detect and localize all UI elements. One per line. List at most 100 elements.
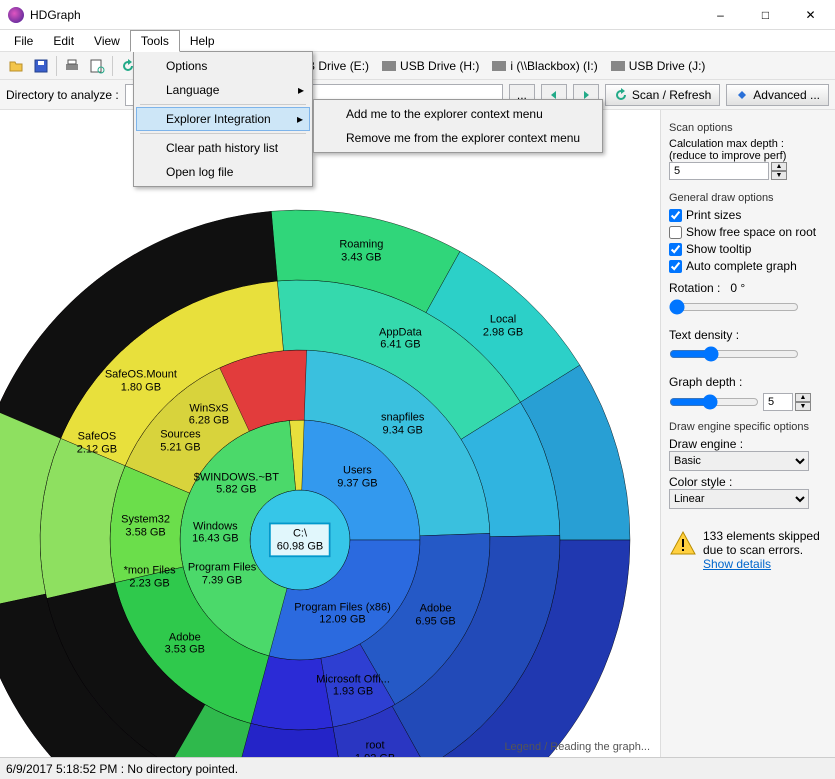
submenu-arrow-icon: ▸ xyxy=(297,112,303,126)
color-style-select[interactable]: Linear xyxy=(669,489,809,509)
menu-bar: File Edit View Tools Help xyxy=(0,30,835,52)
center-label: C:\60.98 GB xyxy=(269,522,331,557)
drive-j[interactable]: USB Drive (J:) xyxy=(605,57,712,75)
graph-area[interactable]: Users9.37 GB Program Files (x86)12.09 GB P… xyxy=(0,110,660,757)
scan-refresh-button[interactable]: Scan / Refresh xyxy=(605,84,720,106)
legend-link[interactable]: Legend / Reading the graph... xyxy=(504,741,650,753)
segment-label: AppData6.41 GB xyxy=(379,326,422,351)
drive-i[interactable]: i (\\Blackbox) (I:) xyxy=(486,57,603,75)
show-free-checkbox[interactable]: Show free space on root xyxy=(669,225,827,239)
tools-open-log[interactable]: Open log file xyxy=(136,160,310,184)
drive-label: USB Drive (J:) xyxy=(629,59,706,73)
show-tooltip-input[interactable] xyxy=(669,243,682,256)
graph-depth-label: Graph depth : xyxy=(669,375,827,389)
app-title: HDGraph xyxy=(30,8,698,22)
main-content: Users9.37 GB Program Files (x86)12.09 GB P… xyxy=(0,110,835,757)
engine-label: Draw engine : xyxy=(669,437,827,451)
maximize-button[interactable]: □ xyxy=(743,0,788,30)
calc-depth-input[interactable] xyxy=(669,162,769,180)
submenu-arrow-icon: ▸ xyxy=(298,83,304,97)
save-icon[interactable] xyxy=(29,54,53,78)
print-icon[interactable] xyxy=(60,54,84,78)
title-bar: HDGraph – □ ✕ xyxy=(0,0,835,30)
print-sizes-input[interactable] xyxy=(669,209,682,222)
engine-options-title: Draw engine specific options xyxy=(669,421,827,433)
segment-label: WinSxS6.28 GB xyxy=(189,402,229,427)
print-sizes-checkbox[interactable]: Print sizes xyxy=(669,208,827,222)
menu-help[interactable]: Help xyxy=(180,31,225,51)
text-density-label: Text density : xyxy=(669,328,827,342)
warning-text: 133 elements skipped due to scan errors. xyxy=(703,529,820,557)
menu-file[interactable]: File xyxy=(4,31,43,51)
toolbar-separator xyxy=(56,56,57,76)
checkbox-label: Print sizes xyxy=(686,208,741,222)
segment-label: System323.58 GB xyxy=(121,514,170,539)
tools-dropdown: Options Language▸ Explorer Integration▸ … xyxy=(133,51,313,187)
calc-depth-down[interactable]: ▼ xyxy=(771,171,787,180)
print-preview-icon[interactable] xyxy=(85,54,109,78)
tools-options[interactable]: Options xyxy=(136,54,310,78)
segment-label: root1.92 GB xyxy=(355,739,395,757)
color-style-label: Color style : xyxy=(669,475,827,489)
menu-separator xyxy=(140,133,306,134)
show-tooltip-checkbox[interactable]: Show tooltip xyxy=(669,242,827,256)
calc-depth-up[interactable]: ▲ xyxy=(771,162,787,171)
segment-label: $WINDOWS.~BT5.82 GB xyxy=(194,471,279,496)
toolbar-separator xyxy=(112,56,113,76)
segment-label: Windows16.43 GB xyxy=(192,520,238,545)
drive-label: i (\\Blackbox) (I:) xyxy=(510,59,597,73)
checkbox-label: Auto complete graph xyxy=(686,259,797,273)
advanced-button[interactable]: Advanced ... xyxy=(726,84,829,106)
menu-tools[interactable]: Tools xyxy=(130,30,180,52)
rotation-slider[interactable] xyxy=(669,299,799,315)
segment-label: Users9.37 GB xyxy=(337,465,377,490)
auto-complete-input[interactable] xyxy=(669,260,682,273)
drive-icon xyxy=(611,61,625,71)
segment-label: Sources5.21 GB xyxy=(160,429,200,454)
text-density-slider[interactable] xyxy=(669,346,799,362)
submenu-remove-context[interactable]: Remove me from the explorer context menu xyxy=(316,126,600,150)
draw-options-title: General draw options xyxy=(669,192,827,204)
warning-icon xyxy=(669,529,697,557)
graph-depth-input[interactable] xyxy=(763,393,793,411)
side-panel: Scan options Calculation max depth : (re… xyxy=(660,110,835,757)
engine-select[interactable]: Basic xyxy=(669,451,809,471)
toolbar: System (C:) USB Drive (E:) USB Drive (H:… xyxy=(0,52,835,80)
checkbox-label: Show tooltip xyxy=(686,242,751,256)
status-bar: 6/9/2017 5:18:52 PM : No directory point… xyxy=(0,757,835,779)
drive-label: USB Drive (H:) xyxy=(400,59,479,73)
auto-complete-checkbox[interactable]: Auto complete graph xyxy=(669,259,827,273)
segment-label: SafeOS2.12 GB xyxy=(77,430,117,455)
segment-label: Local2.98 GB xyxy=(483,313,523,338)
menu-label: Explorer Integration xyxy=(166,112,271,126)
segment-label: Program Files7.39 GB xyxy=(188,561,256,586)
calc-depth-label: Calculation max depth : (reduce to impro… xyxy=(669,138,827,162)
submenu-add-context[interactable]: Add me to the explorer context menu xyxy=(316,102,600,126)
segment-label: Adobe3.53 GB xyxy=(165,631,205,656)
segment-label: Roaming3.43 GB xyxy=(339,239,383,264)
menu-separator xyxy=(140,104,306,105)
tools-language[interactable]: Language ▸ xyxy=(136,78,310,102)
graph-depth-up[interactable]: ▲ xyxy=(795,393,811,402)
show-free-input[interactable] xyxy=(669,226,682,239)
status-text: 6/9/2017 5:18:52 PM : No directory point… xyxy=(6,762,238,776)
advanced-label: Advanced ... xyxy=(753,88,820,102)
segment-label: Program Files (x86)12.09 GB xyxy=(294,601,391,626)
drive-h[interactable]: USB Drive (H:) xyxy=(376,57,485,75)
show-details-link[interactable]: Show details xyxy=(703,557,771,571)
menu-edit[interactable]: Edit xyxy=(43,31,84,51)
warning-box: 133 elements skipped due to scan errors.… xyxy=(669,529,827,571)
close-button[interactable]: ✕ xyxy=(788,0,833,30)
rotation-label: Rotation : xyxy=(669,281,720,295)
open-icon[interactable] xyxy=(4,54,28,78)
menu-view[interactable]: View xyxy=(84,31,130,51)
graph-depth-down[interactable]: ▼ xyxy=(795,402,811,411)
tools-clear-path[interactable]: Clear path history list xyxy=(136,136,310,160)
checkbox-label: Show free space on root xyxy=(686,225,816,239)
minimize-button[interactable]: – xyxy=(698,0,743,30)
graph-depth-slider[interactable] xyxy=(669,394,759,410)
tools-explorer-integration[interactable]: Explorer Integration ▸ xyxy=(136,107,310,131)
segment-label: Adobe6.95 GB xyxy=(415,603,455,628)
menu-label: Language xyxy=(166,83,219,97)
scan-options-title: Scan options xyxy=(669,122,827,134)
